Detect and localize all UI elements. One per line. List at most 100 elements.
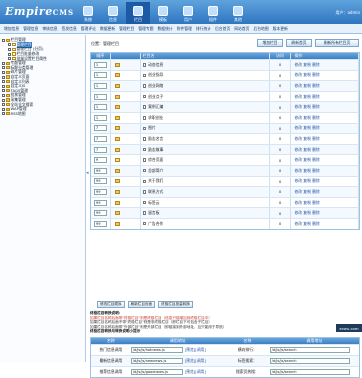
subnav-link[interactable]: 版本更新 — [273, 26, 288, 32]
subnav-link[interactable]: 数据统计 — [158, 26, 173, 32]
expand-toggle-icon[interactable] — [2, 38, 5, 42]
expand-toggle-icon[interactable] — [2, 84, 5, 88]
order-input[interactable]: 99 — [93, 167, 107, 174]
order-input[interactable]: 99 — [93, 199, 107, 206]
subnav-link[interactable]: 后台首页 — [215, 26, 230, 32]
expand-toggle-icon[interactable] — [2, 112, 5, 116]
refresh-home-button[interactable]: 刷新首页 — [286, 39, 312, 47]
js-action-link[interactable]: [预览][调用] — [185, 347, 206, 353]
ops-cell[interactable]: 修改 复制 删除 — [291, 134, 359, 144]
ops-cell[interactable]: 修改 复制 删除 — [291, 112, 359, 123]
row-checkbox[interactable] — [142, 221, 147, 226]
column-name-link[interactable]: 动态信息 — [148, 62, 163, 68]
js-action-link[interactable]: [预览][调用] — [185, 358, 206, 364]
js-action-link[interactable]: [预览][调用] — [185, 369, 206, 375]
column-name-link[interactable]: 留言板 — [148, 210, 159, 216]
row-checkbox[interactable] — [142, 168, 147, 173]
nav-other[interactable]: 其他 — [226, 2, 250, 24]
js-addr-input[interactable]: /d/js/js/search — [269, 347, 350, 353]
nav-plugin[interactable]: 插件 — [201, 2, 225, 24]
row-checkbox[interactable] — [142, 147, 147, 152]
subnav-link[interactable]: 增加信息 — [4, 26, 19, 32]
subnav-link[interactable]: 审核信息 — [42, 26, 57, 32]
expand-toggle-icon[interactable] — [2, 80, 5, 84]
column-name-link[interactable]: 创业网络 — [148, 83, 163, 89]
ops-cell[interactable]: 修改 复制 删除 — [291, 218, 359, 229]
column-name-link[interactable]: 励志名言 — [148, 136, 163, 142]
row-checkbox[interactable] — [142, 158, 147, 162]
js-addr-input[interactable]: /d/js/js/newnews.js — [130, 358, 183, 364]
expand-toggle-icon[interactable] — [2, 103, 5, 107]
order-input[interactable]: 1 — [93, 72, 107, 79]
order-input[interactable]: 7 — [93, 125, 107, 132]
order-input[interactable]: 99 — [93, 178, 107, 185]
nav-system[interactable]: 系统 — [76, 2, 100, 24]
order-input[interactable]: 1 — [93, 114, 107, 121]
row-checkbox[interactable] — [142, 94, 147, 99]
column-name-link[interactable]: 联系方式 — [148, 189, 163, 195]
refresh-column-pages-button[interactable]: 刷新栏目页面 — [127, 301, 156, 308]
order-input[interactable]: 99 — [93, 210, 107, 217]
row-checkbox[interactable] — [142, 84, 147, 88]
column-name-link[interactable]: 求职创业 — [148, 115, 163, 121]
expand-toggle-icon[interactable] — [8, 43, 11, 47]
ops-cell[interactable]: 修改 复制 删除 — [291, 91, 359, 102]
nav-info[interactable]: 信息 — [101, 2, 125, 24]
ops-cell[interactable]: 修改 复制 删除 — [291, 102, 359, 112]
subnav-link[interactable]: 网站首页 — [234, 26, 249, 32]
ops-cell[interactable]: 修改 复制 删除 — [291, 197, 359, 208]
subnav-link[interactable]: 管理栏目 — [119, 26, 134, 32]
batch-convert-button[interactable]: 终极栏目批量转换 — [158, 301, 193, 308]
expand-toggle-icon[interactable] — [2, 89, 5, 93]
subnav-link[interactable]: 签发信息 — [62, 26, 77, 32]
update-order-button[interactable]: 修改栏目顺序 — [97, 301, 125, 308]
order-input[interactable]: 1 — [93, 104, 107, 111]
column-name-link[interactable]: 综合页面 — [148, 157, 163, 163]
ops-cell[interactable]: 修改 复制 删除 — [291, 187, 359, 197]
order-input[interactable]: 1 — [93, 82, 107, 89]
expand-toggle-icon[interactable] — [2, 66, 5, 70]
row-checkbox[interactable] — [142, 179, 147, 184]
ops-cell[interactable]: 修改 复制 删除 — [291, 60, 359, 70]
order-input[interactable]: 99 — [93, 220, 107, 227]
refresh-all-columns-button[interactable]: 刷新所有栏目页 — [315, 39, 359, 47]
column-name-link[interactable]: 励志故事 — [148, 147, 163, 153]
ops-cell[interactable]: 修改 复制 删除 — [291, 70, 359, 81]
ops-cell[interactable]: 修改 复制 删除 — [291, 123, 359, 134]
row-checkbox[interactable] — [142, 63, 147, 67]
subnav-link[interactable]: 附件管理 — [177, 26, 192, 32]
row-checkbox[interactable] — [142, 137, 147, 141]
row-checkbox[interactable] — [142, 190, 147, 194]
js-addr-input[interactable]: /d/js/js/goodnews.js — [130, 369, 183, 375]
row-checkbox[interactable] — [142, 211, 147, 215]
row-checkbox[interactable] — [142, 116, 147, 120]
order-input[interactable]: 7 — [93, 146, 107, 153]
js-addr-input[interactable]: /d/js/js/hotnews.js — [130, 347, 183, 353]
expand-toggle-icon[interactable] — [2, 93, 5, 97]
expand-toggle-icon[interactable] — [2, 107, 5, 111]
ops-cell[interactable]: 修改 复制 删除 — [291, 81, 359, 91]
expand-toggle-icon[interactable] — [2, 98, 5, 102]
column-name-link[interactable]: 创业指导 — [148, 72, 163, 78]
column-name-link[interactable]: 广告合作 — [148, 221, 163, 227]
expand-toggle-icon[interactable] — [2, 61, 5, 65]
nav-user[interactable]: 用户 — [176, 2, 200, 24]
column-name-link[interactable]: 总部简介 — [148, 168, 163, 174]
add-column-button[interactable]: 增加栏目 — [257, 39, 283, 47]
order-input[interactable]: 7 — [93, 135, 107, 142]
subnav-link[interactable]: 排行统计 — [196, 26, 211, 32]
ops-cell[interactable]: 修改 复制 删除 — [291, 155, 359, 165]
ops-cell[interactable]: 修改 复制 删除 — [291, 165, 359, 176]
column-name-link[interactable]: 图片 — [148, 125, 156, 131]
expand-toggle-icon[interactable] — [2, 70, 5, 74]
subnav-link[interactable]: 管理评论 — [81, 26, 96, 32]
order-input[interactable]: 1 — [93, 93, 107, 100]
ops-cell[interactable]: 修改 复制 删除 — [291, 176, 359, 187]
row-checkbox[interactable] — [142, 73, 147, 78]
subnav-link[interactable]: 后台地图 — [253, 26, 268, 32]
subnav-link[interactable]: 管理信息 — [23, 26, 38, 32]
subnav-link[interactable]: 数据更新 — [100, 26, 115, 32]
expand-toggle-icon[interactable] — [2, 75, 5, 79]
row-checkbox[interactable] — [142, 105, 147, 109]
expand-toggle-icon[interactable] — [8, 47, 11, 51]
